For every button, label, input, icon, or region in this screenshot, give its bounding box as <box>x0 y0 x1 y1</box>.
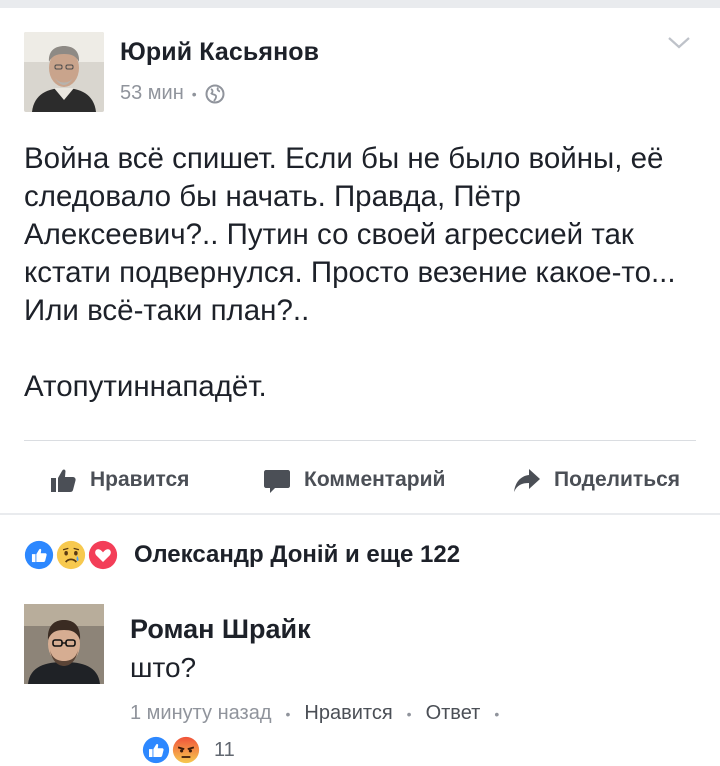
comment-reply-link[interactable]: Ответ <box>426 702 481 725</box>
angry-icon <box>170 734 202 766</box>
comment-reaction-icons <box>140 734 206 766</box>
love-icon <box>86 538 120 572</box>
comment-text: што? <box>130 652 197 683</box>
comment-button[interactable]: Комментарий <box>262 456 445 504</box>
reactions-summary-text[interactable]: Олександр Доній и еще 122 <box>134 541 460 569</box>
post-meta: 53 мин • <box>120 82 225 105</box>
divider <box>24 440 696 441</box>
share-button-label: Поделиться <box>554 468 681 491</box>
comment-time[interactable]: 1 минуту назад <box>130 702 272 725</box>
post-paragraph: Война всё спишет. Если бы не было войны,… <box>24 142 676 327</box>
post-author-name[interactable]: Юрий Касьянов <box>120 38 319 67</box>
comment-author-name[interactable]: Роман Шрайк <box>130 614 311 645</box>
comment-button-label: Комментарий <box>304 468 446 491</box>
author-avatar[interactable] <box>24 32 104 112</box>
comment-like-link[interactable]: Нравится <box>304 702 392 725</box>
post-paragraph: Атопутиннападёт. <box>24 370 267 403</box>
meta-separator: • <box>494 705 500 722</box>
post-card: Юрий Касьянов 53 мин • Война всё спишет.… <box>0 8 720 513</box>
like-button[interactable]: Нравится <box>48 456 189 504</box>
chevron-down-icon[interactable] <box>664 34 694 52</box>
reactions-summary[interactable]: Олександр Доній и еще 122 <box>22 537 460 573</box>
share-button[interactable]: Поделиться <box>512 456 680 504</box>
meta-separator: • <box>406 705 412 722</box>
like-icon <box>22 538 56 572</box>
thumbs-up-icon <box>51 469 76 492</box>
top-separator <box>0 0 720 8</box>
reaction-icons <box>22 537 124 573</box>
post-text: Война всё спишет. Если бы не было войны,… <box>24 140 696 406</box>
commenter-avatar[interactable] <box>24 604 104 684</box>
comment-reaction-count: 11 <box>214 738 235 761</box>
comment-icon <box>264 470 290 493</box>
section-separator <box>0 513 720 515</box>
globe-icon <box>205 84 225 103</box>
meta-separator: • <box>191 85 197 102</box>
like-icon <box>140 734 172 766</box>
like-button-label: Нравится <box>90 468 190 491</box>
meta-separator: • <box>285 705 291 722</box>
post-actions: Нравится Комментарий Поделиться <box>0 456 720 504</box>
comment-reactions[interactable]: 11 <box>140 734 235 766</box>
sad-icon <box>54 538 88 572</box>
post-time[interactable]: 53 мин <box>120 82 184 105</box>
share-arrow-icon <box>514 469 540 492</box>
comment-meta: 1 минуту назад • Нравится • Ответ • <box>130 702 513 725</box>
